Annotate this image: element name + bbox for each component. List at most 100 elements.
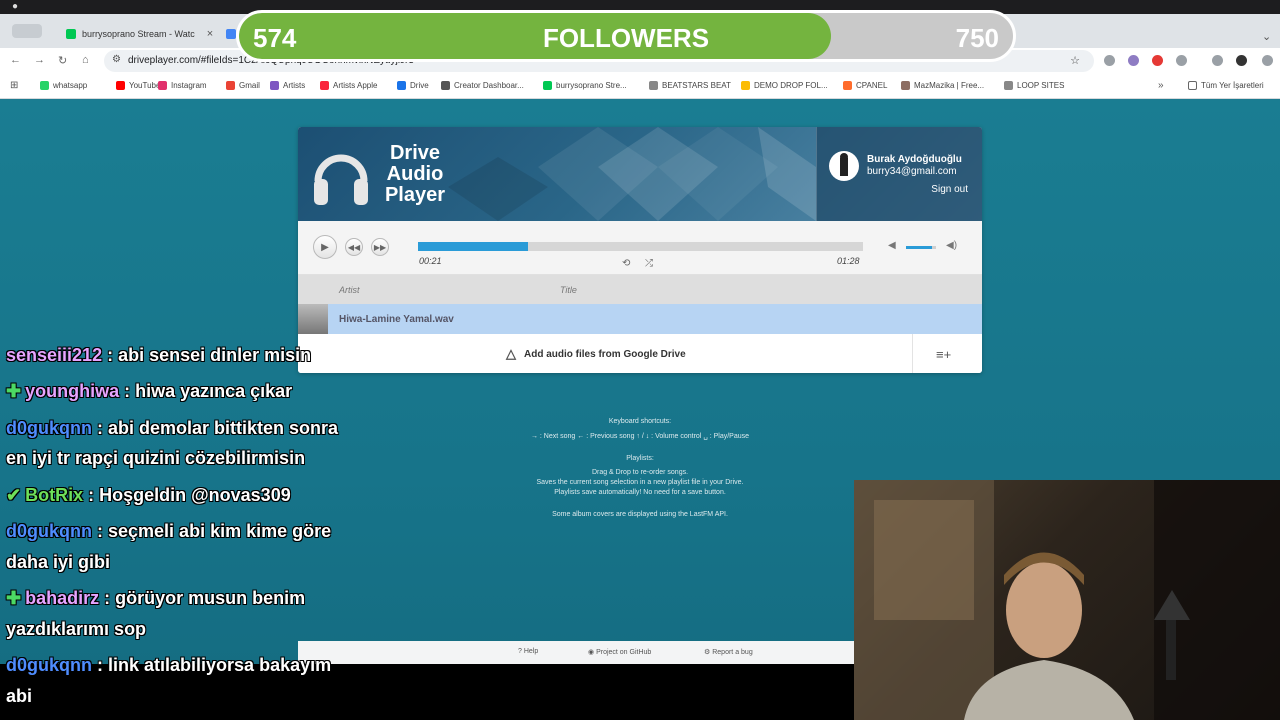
followers-goal: 750 xyxy=(955,23,999,53)
tab-search-icon[interactable] xyxy=(12,24,42,38)
tab-close-icon[interactable]: × xyxy=(207,28,213,40)
volume-max-icon[interactable]: ◀) xyxy=(946,240,957,251)
kick-icon xyxy=(66,29,76,39)
tracklist-header: Artist Title xyxy=(298,275,982,304)
bookmark-icon xyxy=(741,81,750,90)
account-email: burry34@gmail.com xyxy=(867,166,957,177)
logo-word-audio: Audio xyxy=(386,163,444,185)
previous-button[interactable]: ◀◀ xyxy=(345,238,363,256)
drive-icon xyxy=(226,29,236,39)
bookmark-label: MazMazika | Free... xyxy=(914,81,985,90)
bookmark-icon xyxy=(441,81,450,90)
player-controls: ▶ ◀◀ ▶▶ 00:21 01:28 ⟲ ⤮ ◀ ◀) xyxy=(298,221,982,275)
back-icon[interactable]: ← xyxy=(10,54,21,66)
bookmark-item[interactable]: Drive xyxy=(397,81,429,90)
chat-text: en iyi tr rapçi quizini cözebilirmisin xyxy=(6,448,306,468)
bookmark-item[interactable]: Artists xyxy=(270,81,305,90)
bookmark-item[interactable]: Instagram xyxy=(158,81,207,90)
bookmark-item[interactable]: MazMazika | Free... xyxy=(901,81,984,90)
home-icon[interactable]: ⌂ xyxy=(82,54,89,66)
chat-text: : abi demolar bittikten sonra xyxy=(97,418,339,438)
tab-search-chevron-icon[interactable]: ⌄ xyxy=(1262,30,1271,43)
reading-list-icon[interactable] xyxy=(1212,55,1223,66)
tab-stream-label: burrysoprano Stream - Watc xyxy=(82,29,195,39)
chat-message: ✚ bahadirz : görüyor musun benim xyxy=(6,588,305,609)
github-link[interactable]: ◉ Project on GitHub xyxy=(588,648,651,656)
extension-icon[interactable] xyxy=(1152,55,1163,66)
apps-grid-icon[interactable]: ⊞ xyxy=(10,80,18,91)
bookmark-label: YouTube xyxy=(129,81,161,90)
extension-icon[interactable] xyxy=(1104,55,1115,66)
volume-slider[interactable] xyxy=(906,246,936,249)
all-bookmarks-label: Tüm Yer İşaretleri xyxy=(1201,81,1264,90)
add-files-button[interactable]: △ Add audio files from Google Drive xyxy=(506,346,686,362)
google-drive-icon: △ xyxy=(506,346,516,361)
repeat-icon[interactable]: ⟲ xyxy=(622,258,630,269)
chat-text: : hiwa yazınca çıkar xyxy=(124,381,293,401)
chat-text: : seçmeli abi kim kime göre xyxy=(97,521,332,541)
forward-icon[interactable]: → xyxy=(34,54,45,66)
tab-stream[interactable]: burrysoprano Stream - Watc × xyxy=(66,22,213,46)
report-bug-link[interactable]: ⚙ Report a bug xyxy=(704,648,753,656)
extension-icon[interactable] xyxy=(1128,55,1139,66)
bookmark-item[interactable]: Gmail xyxy=(226,81,260,90)
chat-message: abi xyxy=(6,686,32,707)
site-info-icon[interactable]: ⚙ xyxy=(112,54,121,65)
bookmark-item[interactable]: YouTube xyxy=(116,81,160,90)
bookmark-item[interactable]: whatsapp xyxy=(40,81,87,90)
all-bookmarks[interactable]: Tüm Yer İşaretleri xyxy=(1188,81,1264,90)
divider xyxy=(912,334,913,373)
bookmark-star-icon[interactable]: ☆ xyxy=(1070,54,1080,67)
bookmark-icon xyxy=(543,81,552,90)
bookmark-icon xyxy=(158,81,167,90)
shuffle-icon[interactable]: ⤮ xyxy=(645,258,653,269)
bookmark-item[interactable]: burrysoprano Stre... xyxy=(543,81,627,90)
subscriber-badge-icon: ✚ xyxy=(6,588,22,608)
player-logo: Drive Audio Player xyxy=(298,127,816,221)
play-button[interactable]: ▶ xyxy=(313,235,337,259)
extensions-puzzle-icon[interactable] xyxy=(1176,55,1187,66)
github-link-label: Project on GitHub xyxy=(596,649,652,656)
more-bookmarks-icon[interactable]: » xyxy=(1158,80,1164,91)
column-title[interactable]: Title xyxy=(560,285,577,295)
chat-text: daha iyi gibi xyxy=(6,552,111,572)
logo-word-player: Player xyxy=(384,184,446,206)
chat-text: : Hoşgeldin @novas309 xyxy=(88,485,291,505)
volume-fill xyxy=(906,246,932,249)
bookmark-icon xyxy=(649,81,658,90)
mute-icon[interactable]: ◀ xyxy=(888,240,896,251)
add-files-bar: △ Add audio files from Google Drive ≡+ xyxy=(298,334,982,373)
chat-message: ✔ BotRix : Hoşgeldin @novas309 xyxy=(6,485,291,506)
bookmark-icon xyxy=(226,81,235,90)
next-button[interactable]: ▶▶ xyxy=(371,238,389,256)
help-link[interactable]: ? Help xyxy=(518,648,538,655)
chat-message: d0gukqnn : abi demolar bittikten sonra xyxy=(6,418,338,439)
bookmark-icon xyxy=(843,81,852,90)
reload-icon[interactable]: ↻ xyxy=(58,54,67,67)
help-link-label: Help xyxy=(523,648,539,655)
playlist-add-icon[interactable]: ≡+ xyxy=(936,347,951,362)
progress-bar[interactable] xyxy=(418,242,863,251)
avatar xyxy=(829,151,859,181)
chat-username: d0gukqnn xyxy=(6,655,92,675)
sign-out-link[interactable]: Sign out xyxy=(931,184,968,195)
bookmark-item[interactable]: CPANEL xyxy=(843,81,887,90)
bookmark-item[interactable]: BEATSTARS BEAT xyxy=(649,81,731,90)
table-row[interactable]: Hiwa-Lamine Yamal.wav xyxy=(298,304,982,334)
bookmark-item[interactable]: Artists Apple xyxy=(320,81,377,90)
bookmark-item[interactable]: DEMO DROP FOL... xyxy=(741,81,828,90)
apple-menu-icon[interactable]: ● xyxy=(12,1,18,12)
playlists-title: Playlists: xyxy=(626,455,654,462)
track-title: Hiwa-Lamine Yamal.wav xyxy=(339,314,454,325)
duration-time: 01:28 xyxy=(837,256,860,266)
profile-avatar-icon[interactable] xyxy=(1236,55,1247,66)
chat-text: abi xyxy=(6,686,33,706)
browser-menu-icon[interactable] xyxy=(1262,55,1273,66)
bookmark-icon xyxy=(320,81,329,90)
bookmark-item[interactable]: Creator Dashboar... xyxy=(441,81,524,90)
column-artist[interactable]: Artist xyxy=(339,285,360,295)
chat-message: d0gukqnn : seçmeli abi kim kime göre xyxy=(6,521,331,542)
playlists-line-2: Saves the current song selection in a ne… xyxy=(536,479,744,486)
bookmark-item[interactable]: LOOP SITES xyxy=(1004,81,1064,90)
drive-audio-player: Drive Audio Player Burak Aydoğduoğlu bur… xyxy=(298,127,982,373)
